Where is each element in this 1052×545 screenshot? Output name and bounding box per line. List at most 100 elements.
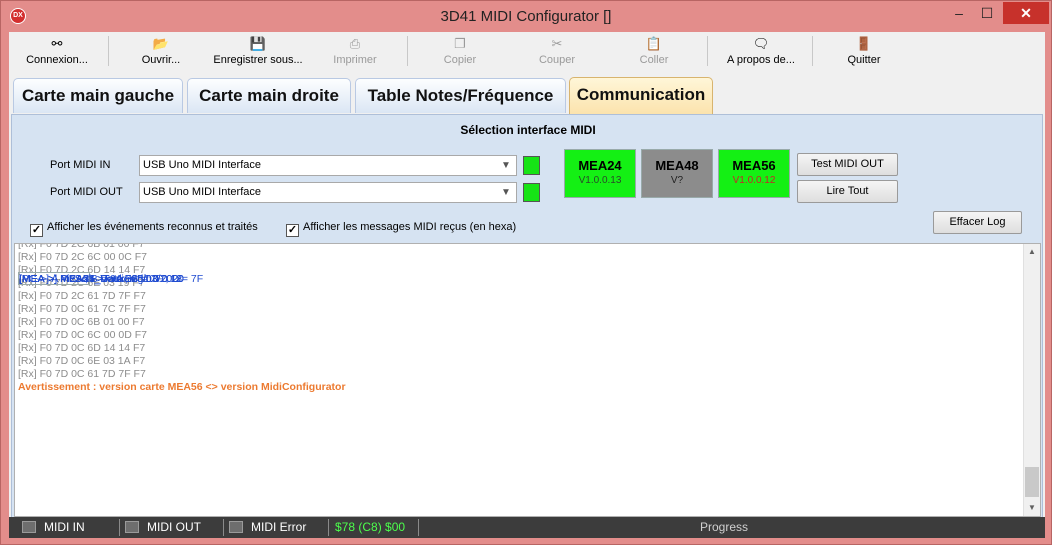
ouvrir-label: Ouvrir...: [141, 54, 181, 66]
show-hex-label: Afficher les messages MIDI reçus (en hex…: [303, 221, 517, 233]
midi-code-readout: $78 (C8) $00: [335, 520, 406, 534]
port-midi-out-status-led: [523, 183, 540, 202]
show-hex-checkbox[interactable]: ✓ Afficher les messages MIDI reçus (en he…: [286, 221, 516, 237]
log-line: [Rx] F0 7D 0C 61 7D 7F F7: [18, 368, 146, 380]
enregistrer-sous-button[interactable]: 💾 Enregistrer sous...: [205, 35, 311, 69]
log-line: [Rx] F0 7D 0C 61 7C 7F F7: [18, 303, 146, 315]
log-line: [Rx] F0 7D 0C 6E 03 1A F7: [18, 355, 146, 367]
log-line: [Rx] F0 7D 2C 61 7D 7F F7: [18, 290, 146, 302]
log-line: [MEA->] PicSoft->TaskEnd: [18, 272, 144, 285]
chevron-down-icon: ▼: [501, 160, 511, 171]
coller-label: Coller: [639, 54, 669, 66]
tab-table-notes-frequence[interactable]: Table Notes/Fréquence: [355, 78, 566, 113]
connexion-button[interactable]: ⚯ Connexion...: [17, 35, 97, 69]
paste-icon: 📋: [645, 36, 663, 51]
tab-carte-main-gauche[interactable]: Carte main gauche: [13, 78, 183, 113]
copy-icon: ❐: [454, 36, 466, 51]
midi-error-led: [229, 521, 243, 533]
board-mea56-status: MEA56 V1.0.0.12: [718, 149, 790, 198]
board-mea24-status: MEA24 V1.0.0.13: [564, 149, 636, 198]
toolbar-separator: [707, 36, 708, 66]
board-mea24-name: MEA24: [578, 158, 622, 173]
scroll-down-icon[interactable]: ▼: [1024, 500, 1040, 516]
save-icon: 💾: [249, 36, 267, 51]
title-bar[interactable]: DX 3D41 MIDI Configurator [] – ☐ ✕: [1, 1, 1051, 32]
midi-in-led: [22, 521, 36, 533]
close-button[interactable]: ✕: [1003, 2, 1049, 24]
exit-icon: 🚪: [855, 36, 873, 51]
midi-error-label: MIDI Error: [251, 520, 307, 534]
show-events-checkbox[interactable]: ✓ Afficher les événements reconnus et tra…: [30, 221, 258, 237]
scroll-thumb[interactable]: [1025, 467, 1039, 497]
log-line: [Rx] F0 7D 2C 6B 01 00 F7: [18, 243, 145, 250]
couper-label: Couper: [538, 54, 576, 66]
status-bar: MIDI IN MIDI OUT MIDI Error $78 (C8) $00…: [9, 517, 1045, 538]
open-folder-icon: 📂: [152, 36, 170, 51]
connexion-label: Connexion...: [26, 54, 88, 66]
effacer-log-button[interactable]: Effacer Log: [933, 211, 1022, 234]
toolbar-separator: [407, 36, 408, 66]
midi-in-indicator: MIDI IN: [22, 520, 85, 535]
midi-error-indicator: MIDI Error: [229, 520, 306, 535]
client-area: ⚯ Connexion... 📂 Ouvrir... 💾 Enregistrer…: [9, 32, 1045, 538]
a-propos-label: A propos de...: [727, 54, 795, 66]
scroll-up-icon[interactable]: ▲: [1024, 244, 1040, 260]
check-icon: ✓: [30, 224, 43, 237]
progress-label: Progress: [699, 520, 749, 534]
toolbar-separator: [812, 36, 813, 66]
about-icon: 🗨: [752, 36, 770, 51]
status-separator: [418, 519, 419, 536]
tab-communication[interactable]: Communication: [569, 77, 713, 114]
lire-tout-button[interactable]: Lire Tout: [797, 180, 898, 203]
log-line: [Rx] F0 7D 0C 6C 00 0D F7: [18, 329, 147, 341]
board-mea48-status: MEA48 V?: [641, 149, 713, 198]
test-midi-out-button[interactable]: Test MIDI OUT: [797, 153, 898, 176]
connection-icon: ⚯: [51, 36, 63, 51]
copier-label: Copier: [443, 54, 477, 66]
port-midi-in-label: Port MIDI IN: [50, 159, 111, 171]
window-title: 3D41 MIDI Configurator []: [440, 8, 612, 25]
ouvrir-button[interactable]: 📂 Ouvrir...: [127, 35, 195, 69]
check-icon: ✓: [286, 224, 299, 237]
port-midi-in-status-led: [523, 156, 540, 175]
printer-icon: ⎙: [349, 36, 361, 51]
board-mea48-version: V?: [670, 175, 684, 186]
log-line: Avertissement : version carte MEA56 <> v…: [18, 381, 346, 393]
port-midi-in-select[interactable]: USB Uno MIDI Interface ▼: [139, 155, 517, 176]
maximize-button[interactable]: ☐: [973, 2, 1001, 24]
status-separator: [223, 519, 224, 536]
board-mea56-version: V1.0.0.12: [732, 175, 776, 186]
status-separator: [119, 519, 120, 536]
a-propos-button[interactable]: 🗨 A propos de...: [715, 35, 807, 69]
midi-in-label: MIDI IN: [44, 520, 85, 534]
app-window: DX 3D41 MIDI Configurator [] – ☐ ✕ ⚯ Con…: [0, 0, 1052, 545]
tab-carte-main-droite[interactable]: Carte main droite: [187, 78, 351, 113]
quitter-button[interactable]: 🚪 Quitter: [831, 35, 897, 69]
imprimer-label: Imprimer: [333, 54, 377, 66]
log-line: [Rx] F0 7D 0C 6B 01 00 F7: [18, 316, 145, 328]
toolbar: ⚯ Connexion... 📂 Ouvrir... 💾 Enregistrer…: [9, 32, 1045, 72]
imprimer-button[interactable]: ⎙ Imprimer: [321, 35, 389, 69]
midi-log[interactable]: [Rx] F0 7D 2C 6B 01 00 F7 [PC->] A = 2A ;…: [14, 243, 1041, 517]
board-mea24-version: V1.0.0.13: [578, 175, 622, 186]
log-line: [Rx] F0 7D 2C 6C 00 0C F7: [18, 251, 147, 263]
port-midi-in-value: USB Uno MIDI Interface: [143, 159, 261, 171]
status-separator: [328, 519, 329, 536]
show-events-label: Afficher les événements reconnus et trai…: [47, 221, 258, 233]
port-midi-out-value: USB Uno MIDI Interface: [143, 186, 261, 198]
midi-out-label: MIDI OUT: [147, 520, 201, 534]
port-midi-out-select[interactable]: USB Uno MIDI Interface ▼: [139, 182, 517, 203]
log-line: [Rx] F0 7D 0C 6D 14 14 F7: [18, 342, 146, 354]
port-midi-out-label: Port MIDI OUT: [50, 186, 123, 198]
communication-panel: Sélection interface MIDI Port MIDI IN US…: [11, 114, 1043, 537]
log-scrollbar[interactable]: ▲ ▼: [1023, 244, 1040, 516]
enregistrer-sous-label: Enregistrer sous...: [213, 54, 303, 66]
section-title: Sélection interface MIDI: [460, 123, 596, 137]
coller-button[interactable]: 📋 Coller: [621, 35, 687, 69]
minimize-button[interactable]: –: [945, 2, 973, 24]
board-mea56-name: MEA56: [732, 158, 776, 173]
copier-button[interactable]: ❐ Copier: [427, 35, 493, 69]
quitter-label: Quitter: [847, 54, 881, 66]
couper-button[interactable]: ✂ Couper: [524, 35, 590, 69]
toolbar-separator: [108, 36, 109, 66]
